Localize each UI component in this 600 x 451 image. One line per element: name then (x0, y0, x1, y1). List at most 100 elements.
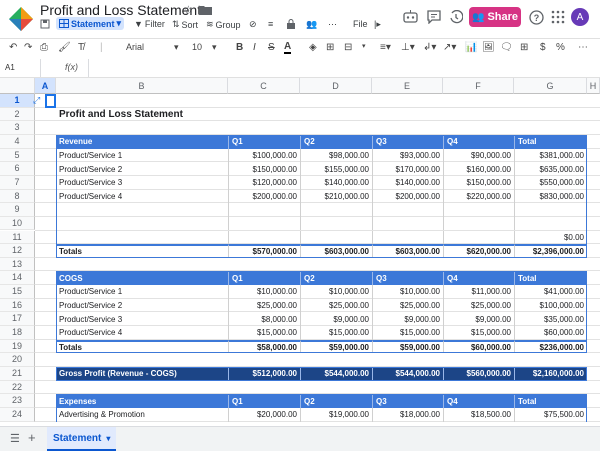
percent-icon[interactable]: % (556, 42, 565, 53)
row-header-15[interactable]: 15 (0, 285, 35, 299)
user-avatar[interactable]: A (571, 8, 589, 26)
comment-icon[interactable] (427, 10, 441, 24)
row-header-8[interactable]: 8 (0, 189, 35, 204)
select-all-corner[interactable] (0, 78, 35, 94)
hide-fields-icon[interactable]: ⊘ (249, 19, 257, 30)
font-size-dropdown-icon[interactable]: ▾ (212, 42, 217, 53)
expand-icon[interactable]: ⤢ (33, 95, 40, 106)
sheet-tab-statement[interactable]: Statement ▾ (47, 427, 117, 451)
row-header-10[interactable]: 10 (0, 216, 35, 231)
selected-cell-a1[interactable] (45, 94, 56, 108)
insert-icon[interactable]: ⊞ (520, 42, 528, 53)
document-title[interactable]: Profit and Loss Statement (40, 2, 201, 18)
column-header-a[interactable]: A (35, 78, 56, 94)
row-header-4[interactable]: 4 (0, 134, 35, 149)
fill-color-icon[interactable]: ◈ (309, 42, 317, 53)
app-logo[interactable] (8, 6, 34, 32)
row-header-17[interactable]: 17 (0, 312, 35, 327)
name-box[interactable]: A1 (5, 63, 15, 72)
save-icon[interactable] (40, 19, 50, 29)
row-header-11[interactable]: 11 (0, 230, 35, 245)
row-header-16[interactable]: 16 (0, 298, 35, 313)
row-header-9[interactable]: 9 (0, 203, 35, 217)
font-dropdown-icon[interactable]: ▾ (174, 42, 179, 53)
column-header-h[interactable]: H (587, 78, 600, 94)
row-header-12[interactable]: 12 (0, 244, 35, 258)
apps-grid-icon[interactable] (551, 10, 565, 24)
wrap-icon[interactable]: ↲▾ (423, 42, 436, 53)
column-header-c[interactable]: C (228, 78, 300, 94)
strikethrough-icon[interactable]: S (268, 42, 275, 53)
all-sheets-icon[interactable]: ☰ (10, 432, 20, 445)
redo-icon[interactable]: ↷ (24, 42, 32, 53)
borders-icon[interactable]: ⊞ (326, 42, 334, 53)
valign-icon[interactable]: ⊥▾ (401, 42, 415, 53)
row-header-18[interactable]: 18 (0, 326, 35, 340)
row-header-6[interactable]: 6 (0, 162, 35, 176)
filter-button[interactable]: ▼ Filter (134, 19, 165, 29)
merge-dropdown-icon[interactable]: ▾ (362, 42, 366, 50)
formula-input[interactable] (92, 59, 592, 77)
lock-icon[interactable] (287, 19, 295, 29)
share-button[interactable]: 👥 Share (469, 7, 521, 27)
rotate-icon[interactable]: ↗▾ (443, 42, 456, 53)
fx-icon: f(x) (65, 62, 78, 72)
currency-icon[interactable]: $ (540, 42, 546, 53)
insert-comment-icon[interactable]: 🗨 (500, 42, 513, 53)
row-header-7[interactable]: 7 (0, 175, 35, 190)
expand-menu-icon[interactable]: |▸ (374, 19, 381, 30)
filter-label: Filter (144, 19, 165, 29)
formula-divider (88, 59, 89, 77)
users-icon[interactable]: 👥 (306, 19, 317, 30)
sort-button[interactable]: ⇅ Sort (172, 19, 198, 30)
clear-format-icon[interactable]: T̸ (78, 42, 84, 53)
column-header-b[interactable]: B (56, 78, 228, 94)
table-icon (59, 19, 69, 28)
row-height-icon[interactable]: ≡ (268, 19, 273, 29)
add-sheet-icon[interactable]: + (28, 430, 36, 445)
merge-cells-icon[interactable]: ⊟ (344, 42, 352, 53)
row-header-1[interactable]: 1 (0, 94, 35, 108)
bold-icon[interactable]: B (236, 42, 243, 53)
row-header-21[interactable]: 21 (0, 367, 35, 381)
robot-icon[interactable] (403, 10, 418, 24)
row-header-23[interactable]: 23 (0, 394, 35, 408)
undo-icon[interactable]: ↶ (9, 42, 17, 53)
column-header-e[interactable]: E (372, 78, 443, 94)
history-icon[interactable] (449, 10, 463, 24)
row-header-19[interactable]: 19 (0, 339, 35, 354)
row-header-14[interactable]: 14 (0, 271, 35, 286)
row-header-24[interactable]: 24 (0, 407, 35, 422)
group-button[interactable]: ≋ Group (206, 19, 241, 30)
formula-bar: A1 f(x) (0, 59, 600, 78)
file-menu[interactable]: File (353, 19, 368, 29)
more-icon[interactable]: ⋯ (328, 19, 337, 30)
column-header-g[interactable]: G (514, 78, 587, 94)
column-header-f[interactable]: F (443, 78, 514, 94)
row-header-20[interactable]: 20 (0, 353, 35, 367)
star-icon[interactable]: ☆ (183, 3, 194, 17)
font-family-select[interactable]: Arial (126, 42, 144, 52)
text-color-icon[interactable]: A (284, 42, 292, 54)
more-toolbar-icon[interactable]: ⋯ (578, 42, 588, 53)
row-header-2[interactable]: 2 (0, 107, 35, 122)
print-icon[interactable]: ⎙ (40, 42, 48, 53)
chevron-down-icon: ▾ (106, 433, 111, 443)
statement-view-button[interactable]: Statement ▾ (56, 17, 125, 30)
font-size-select[interactable]: 10 (192, 42, 202, 52)
row-header-22[interactable]: 22 (0, 380, 35, 395)
column-header-d[interactable]: D (300, 78, 372, 94)
row-header-5[interactable]: 5 (0, 148, 35, 163)
italic-icon[interactable]: I (253, 42, 256, 53)
folder-icon[interactable] (199, 5, 212, 15)
align-icon[interactable]: ≡▾ (380, 42, 391, 53)
formula-divider (40, 59, 41, 77)
chart-icon[interactable]: 📊 (465, 42, 477, 53)
row-header-13[interactable]: 13 (0, 257, 35, 272)
paint-format-icon[interactable]: 🖌 (58, 42, 71, 53)
row-header-3[interactable]: 3 (0, 121, 35, 135)
image-icon[interactable]: 🖼 (482, 42, 495, 53)
help-icon[interactable]: ? (529, 10, 544, 25)
group-label: Group (215, 19, 241, 30)
format-toolbar: ↶ ↷ ⎙ 🖌 T̸ | Arial ▾ 10 ▾ B I S A ◈ ⊞ ⊟ … (0, 38, 600, 60)
